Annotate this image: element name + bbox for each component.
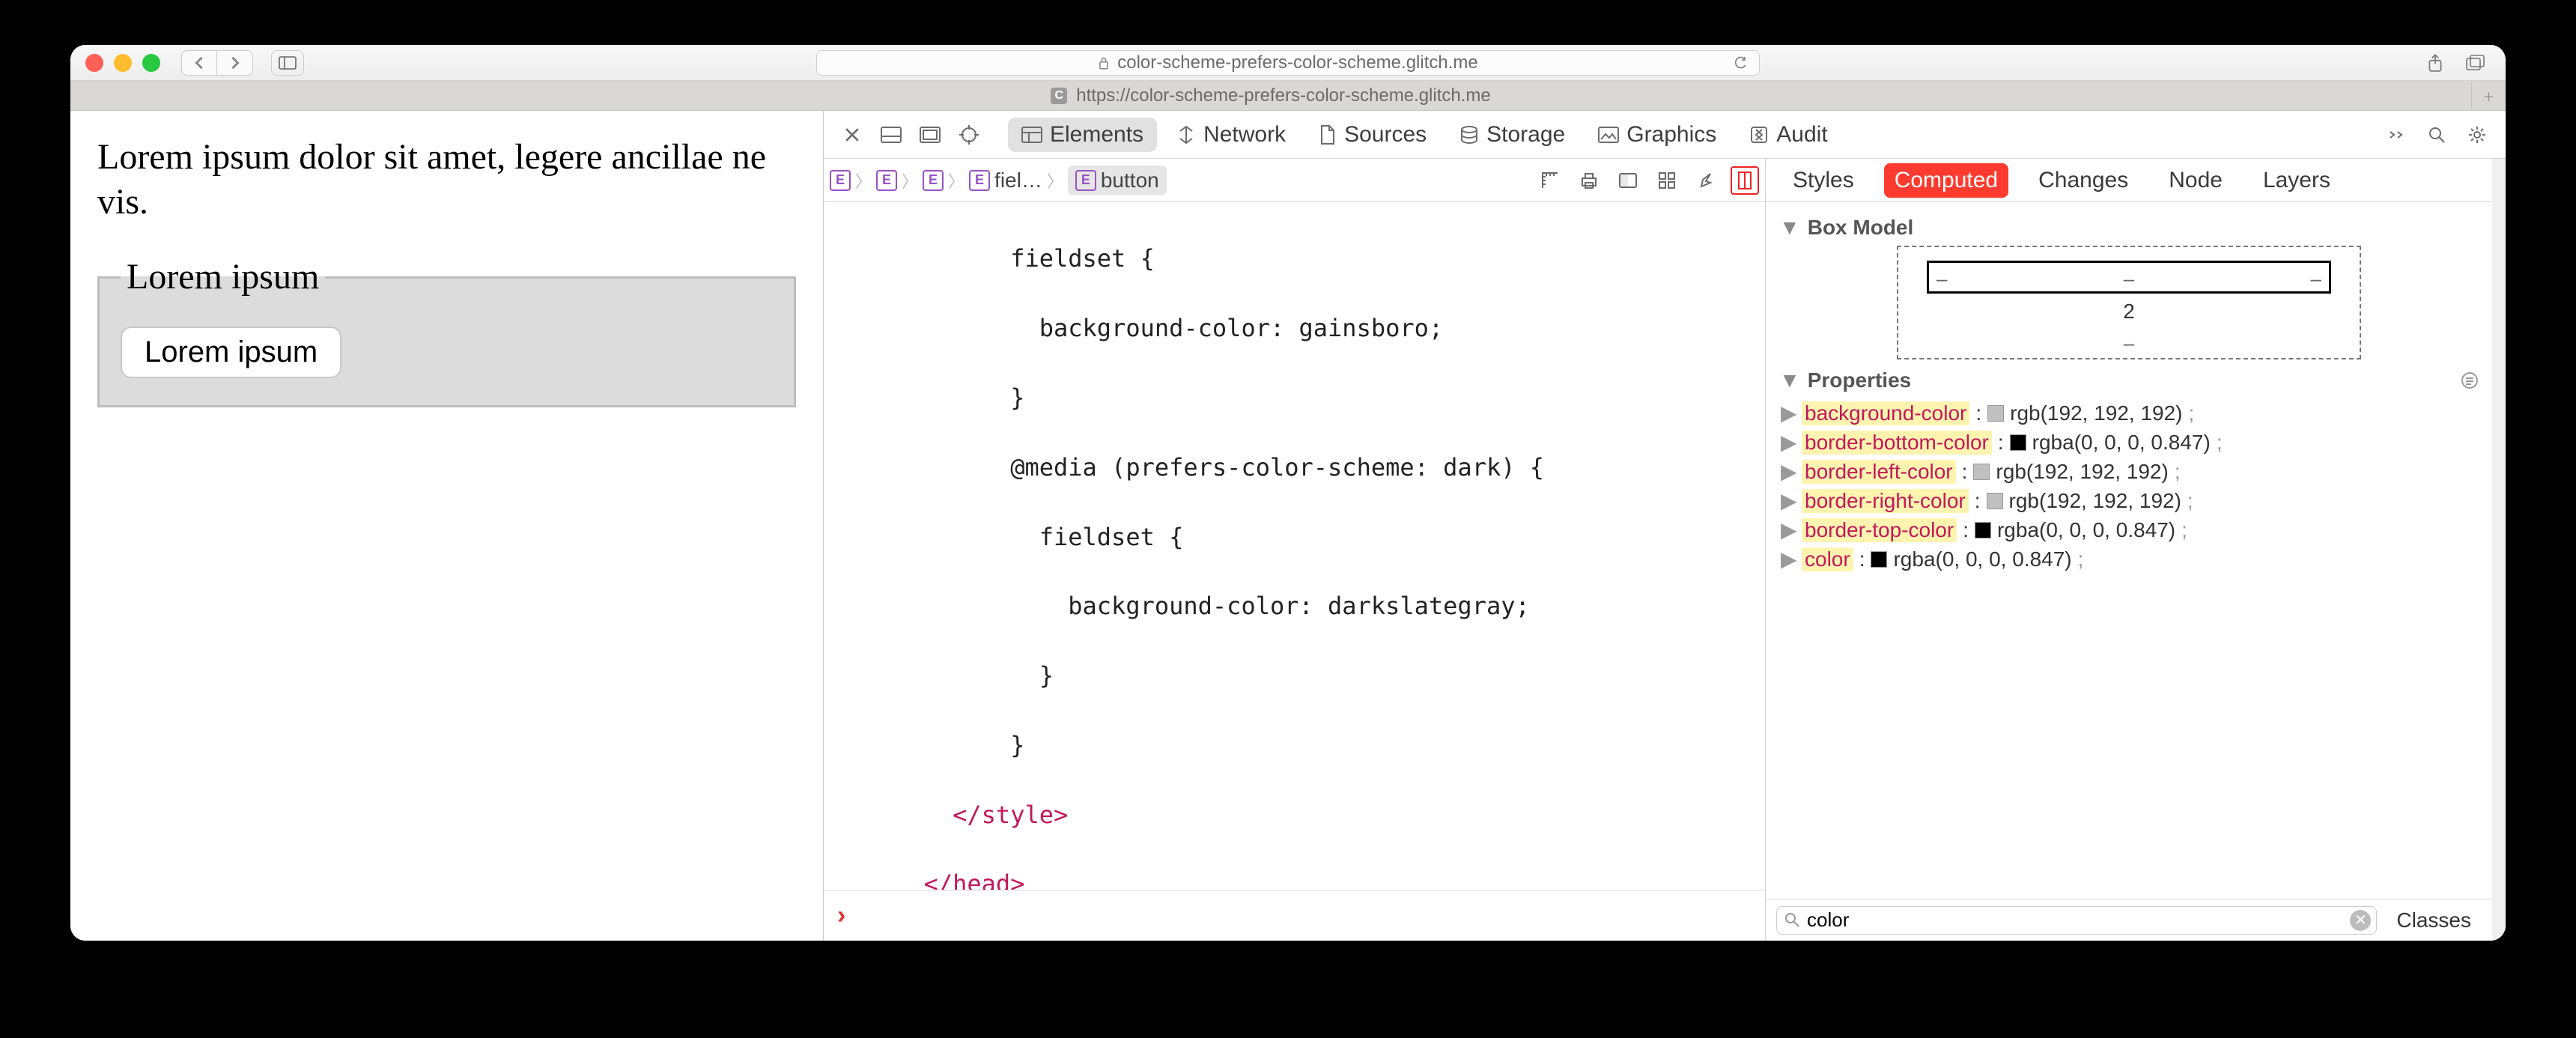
url-text: color-scheme-prefers-color-scheme.glitch… bbox=[1117, 52, 1477, 73]
new-tab-button[interactable]: ＋ bbox=[2471, 81, 2506, 110]
safari-window: color-scheme-prefers-color-scheme.glitch… bbox=[70, 45, 2506, 941]
tab-changes[interactable]: Changes bbox=[2028, 163, 2139, 198]
print-styles-icon[interactable] bbox=[1575, 166, 1603, 195]
close-window-button[interactable] bbox=[85, 54, 103, 72]
reload-icon[interactable] bbox=[1734, 55, 1749, 70]
tab-elements-label: Elements bbox=[1050, 122, 1143, 148]
elements-icon bbox=[1021, 127, 1042, 143]
property-row[interactable]: ▶border-right-color: rgb(192, 192, 192); bbox=[1779, 486, 2479, 515]
tab-storage-label: Storage bbox=[1486, 122, 1565, 148]
toolbar-actions bbox=[2420, 50, 2491, 76]
property-row[interactable]: ▶border-top-color: rgba(0, 0, 0, 0.847); bbox=[1779, 515, 2479, 544]
titlebar: color-scheme-prefers-color-scheme.glitch… bbox=[70, 45, 2506, 81]
clear-filter-button[interactable]: ✕ bbox=[2350, 910, 2371, 931]
tab-title: https://color-scheme-prefers-color-schem… bbox=[1076, 85, 1491, 106]
details-sidebar: Styles Computed Changes Node Layers ▼Box… bbox=[1766, 159, 2492, 941]
rendered-page: Lorem ipsum dolor sit amet, legere ancil… bbox=[70, 111, 823, 941]
details-tabs: Styles Computed Changes Node Layers bbox=[1766, 159, 2492, 202]
box-model-diagram: – – – 2 – bbox=[1897, 246, 2361, 359]
crumb-4[interactable]: Ebutton bbox=[1068, 166, 1167, 195]
crumb-3[interactable]: Efiel… bbox=[969, 169, 1042, 192]
compositing-borders-icon[interactable] bbox=[1731, 166, 1759, 195]
crumb-1[interactable]: E bbox=[876, 170, 897, 191]
tab-styles[interactable]: Styles bbox=[1782, 163, 1865, 198]
box-model-header[interactable]: ▼Box Model bbox=[1779, 216, 2479, 240]
computed-body: ▼Box Model – – – 2 – bbox=[1766, 202, 2492, 899]
console-prompt-icon: › bbox=[837, 901, 845, 930]
browser-tab[interactable]: C https://color-scheme-prefers-color-sch… bbox=[70, 85, 2471, 106]
tab-network[interactable]: Network bbox=[1163, 118, 1299, 152]
network-icon bbox=[1176, 125, 1196, 145]
rulers-icon[interactable] bbox=[1536, 166, 1564, 195]
dock-bottom-icon[interactable] bbox=[875, 118, 908, 151]
tab-network-label: Network bbox=[1203, 122, 1286, 148]
content-area: Lorem ipsum dolor sit amet, legere ancil… bbox=[70, 111, 2506, 941]
crumb-2[interactable]: E bbox=[923, 170, 944, 191]
tab-graphics-label: Graphics bbox=[1626, 122, 1716, 148]
share-button[interactable] bbox=[2420, 50, 2450, 76]
demo-button[interactable]: Lorem ipsum bbox=[121, 327, 341, 378]
storage-icon bbox=[1459, 125, 1479, 145]
properties-menu-icon[interactable] bbox=[2461, 371, 2479, 389]
tab-storage[interactable]: Storage bbox=[1446, 118, 1579, 152]
settings-gear-icon[interactable] bbox=[2461, 118, 2494, 151]
tab-sources[interactable]: Sources bbox=[1305, 118, 1440, 152]
tab-bar: C https://color-scheme-prefers-color-sch… bbox=[70, 81, 2506, 111]
console-drawer[interactable]: › bbox=[824, 890, 1765, 941]
tab-graphics[interactable]: Graphics bbox=[1585, 118, 1730, 152]
scrollbar[interactable] bbox=[2492, 159, 2506, 941]
close-devtools-button[interactable] bbox=[836, 118, 869, 151]
color-scheme-icon[interactable] bbox=[1614, 166, 1642, 195]
address-bar[interactable]: color-scheme-prefers-color-scheme.glitch… bbox=[816, 50, 1760, 76]
nav-buttons bbox=[181, 50, 253, 76]
zoom-window-button[interactable] bbox=[142, 54, 160, 72]
tab-layers[interactable]: Layers bbox=[2253, 163, 2341, 198]
tab-audit-label: Audit bbox=[1776, 122, 1827, 148]
lock-icon bbox=[1098, 56, 1110, 70]
traffic-lights bbox=[85, 54, 160, 72]
tabs-button[interactable] bbox=[2461, 50, 2491, 76]
minimize-window-button[interactable] bbox=[114, 54, 132, 72]
dock-side-icon[interactable] bbox=[914, 118, 947, 151]
classes-button[interactable]: Classes bbox=[2386, 908, 2482, 932]
demo-form: Lorem ipsum Lorem ipsum bbox=[97, 255, 796, 407]
search-devtools-icon[interactable] bbox=[2420, 118, 2453, 151]
devtools-toolbar: Elements Network Sources Storage Graphic… bbox=[824, 111, 2506, 159]
computed-properties-list: ▶background-color: rgb(192, 192, 192);▶b… bbox=[1779, 398, 2479, 574]
filter-icon bbox=[1784, 911, 1800, 928]
sources-icon bbox=[1319, 124, 1337, 145]
element-picker-icon[interactable] bbox=[953, 118, 985, 151]
breadcrumb-actions bbox=[1536, 166, 1759, 195]
devtools-main: E〉 E〉 E〉 Efiel…〉 Ebutton bbox=[824, 159, 2506, 941]
dom-tree[interactable]: fieldset { background-color: gainsboro; … bbox=[824, 202, 1765, 890]
graphics-icon bbox=[1598, 127, 1619, 143]
property-row[interactable]: ▶background-color: rgb(192, 192, 192); bbox=[1779, 398, 2479, 428]
tab-computed[interactable]: Computed bbox=[1884, 163, 2008, 198]
forward-button[interactable] bbox=[217, 50, 253, 76]
back-button[interactable] bbox=[181, 50, 217, 76]
paint-flash-icon[interactable] bbox=[1692, 166, 1720, 195]
elements-pane: E〉 E〉 E〉 Efiel…〉 Ebutton bbox=[824, 159, 1766, 941]
favicon: C bbox=[1051, 88, 1067, 104]
overflow-icon[interactable] bbox=[2380, 118, 2413, 151]
tab-sources-label: Sources bbox=[1344, 122, 1427, 148]
tab-elements[interactable]: Elements bbox=[1008, 118, 1157, 152]
filter-input[interactable] bbox=[1776, 906, 2377, 935]
dom-breadcrumb: E〉 E〉 E〉 Efiel…〉 Ebutton bbox=[824, 159, 1765, 202]
devtools: Elements Network Sources Storage Graphic… bbox=[823, 111, 2506, 941]
crumb-0[interactable]: E bbox=[830, 170, 851, 191]
property-row[interactable]: ▶border-left-color: rgb(192, 192, 192); bbox=[1779, 457, 2479, 486]
demo-fieldset: Lorem ipsum Lorem ipsum bbox=[97, 255, 796, 407]
page-paragraph: Lorem ipsum dolor sit amet, legere ancil… bbox=[97, 135, 796, 225]
sidebar-toggle-button[interactable] bbox=[271, 50, 304, 76]
properties-header[interactable]: ▼Properties bbox=[1779, 368, 2479, 392]
property-row[interactable]: ▶border-bottom-color: rgba(0, 0, 0, 0.84… bbox=[1779, 428, 2479, 457]
grid-overlay-icon[interactable] bbox=[1653, 166, 1681, 195]
audit-icon bbox=[1749, 125, 1769, 145]
property-row[interactable]: ▶color: rgba(0, 0, 0, 0.847); bbox=[1779, 544, 2479, 574]
tab-audit[interactable]: Audit bbox=[1736, 118, 1841, 152]
filter-bar: ✕ Classes bbox=[1766, 899, 2492, 941]
tab-node[interactable]: Node bbox=[2158, 163, 2233, 198]
demo-legend: Lorem ipsum bbox=[121, 255, 325, 300]
